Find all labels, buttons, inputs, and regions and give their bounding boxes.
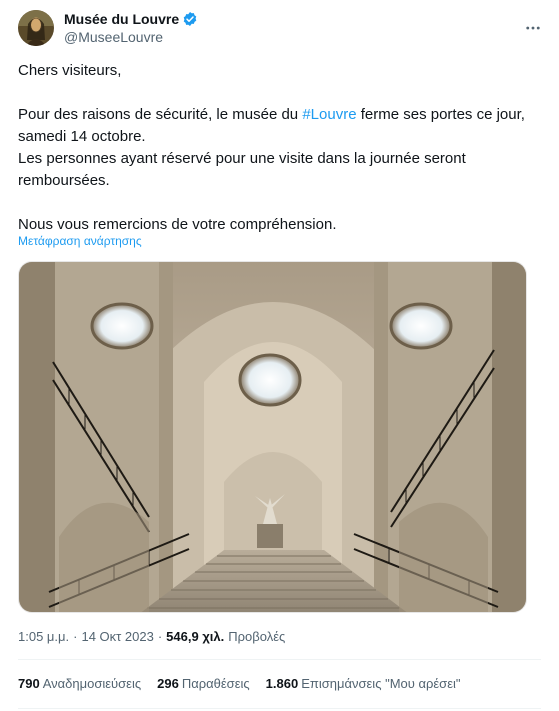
tweet-meta: 1:05 μ.μ. · 14 Οκτ 2023 · 546,9 χιλ. Προ… bbox=[18, 629, 285, 644]
post-time[interactable]: 1:05 μ.μ. bbox=[18, 629, 69, 644]
tweet-header: Musée du Louvre @MuseeLouvre bbox=[18, 8, 543, 48]
post-date[interactable]: 14 Οκτ 2023 bbox=[81, 629, 153, 644]
tweet-photo[interactable] bbox=[18, 261, 527, 613]
quotes-stat[interactable]: 296 Παραθέσεις bbox=[157, 676, 250, 691]
refund-text: Les personnes ayant réservé pour une vis… bbox=[18, 150, 466, 189]
author-handle[interactable]: @MuseeLouvre bbox=[64, 28, 198, 46]
thanks-text: Nous vous remercions de votre compréhens… bbox=[18, 216, 337, 233]
likes-count: 1.860 bbox=[265, 676, 299, 691]
name-row: Musée du Louvre bbox=[64, 10, 198, 28]
meta-separator: · bbox=[73, 629, 78, 644]
hashtag-link[interactable]: #Louvre bbox=[302, 106, 356, 123]
verified-badge-icon bbox=[182, 11, 198, 27]
reposts-stat[interactable]: 790 Αναδημοσιεύσεις bbox=[18, 676, 141, 691]
more-horizontal-icon[interactable] bbox=[523, 18, 543, 38]
divider-top bbox=[18, 659, 541, 660]
divider-bottom bbox=[18, 708, 541, 709]
display-name[interactable]: Musée du Louvre bbox=[64, 10, 179, 28]
reposts-count: 790 bbox=[18, 676, 40, 691]
meta-separator-2: · bbox=[157, 629, 163, 644]
reposts-label: Αναδημοσιεύσεις bbox=[42, 676, 142, 691]
translate-post-link[interactable]: Μετάφραση ανάρτησης bbox=[18, 234, 142, 248]
likes-stat[interactable]: 1.860 Επισημάνσεις "Μου αρέσει" bbox=[266, 676, 461, 691]
quotes-label: Παραθέσεις bbox=[181, 676, 250, 691]
closure-paragraph: Pour des raisons de sécurité, le musée d… bbox=[18, 104, 538, 148]
greeting-text: Chers visiteurs, bbox=[18, 62, 122, 79]
views-count: 546,9 χιλ. bbox=[166, 629, 225, 644]
quotes-count: 296 bbox=[157, 676, 179, 691]
closure-text-start: Pour des raisons de sécurité, le musée d… bbox=[18, 106, 303, 123]
avatar[interactable] bbox=[18, 10, 54, 46]
engagement-stats: 790 Αναδημοσιεύσεις 296 Παραθέσεις 1.860 Επ… bbox=[18, 676, 461, 691]
views-label: Προβολές bbox=[228, 629, 286, 644]
likes-label: Επισημάνσεις "Μου αρέσει" bbox=[301, 676, 461, 691]
author-info: Musée du Louvre @MuseeLouvre bbox=[64, 10, 198, 46]
tweet-card: Musée du Louvre @MuseeLouvre Chers visit… bbox=[0, 0, 559, 711]
tweet-text: Chers visiteurs, Pour des raisons de séc… bbox=[18, 60, 538, 236]
